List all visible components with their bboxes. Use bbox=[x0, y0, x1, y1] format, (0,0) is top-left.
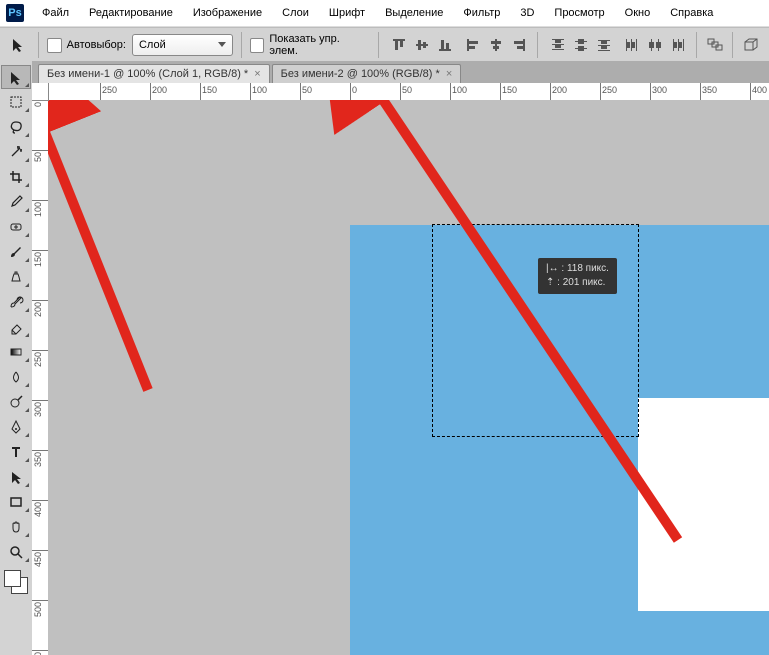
move-tool-icon bbox=[8, 34, 30, 56]
app-logo-icon: Ps bbox=[6, 4, 24, 22]
document-tabs: Без имени-1 @ 100% (Слой 1, RGB/8) * × Б… bbox=[32, 61, 769, 84]
menu-edit[interactable]: Редактирование bbox=[81, 4, 181, 22]
menu-filter[interactable]: Фильтр bbox=[455, 4, 508, 22]
distribute-hcenter-icon[interactable] bbox=[645, 35, 665, 55]
crop-tool[interactable] bbox=[1, 165, 31, 189]
autoselect-target-select[interactable]: Слой bbox=[132, 34, 233, 56]
align-group-1 bbox=[389, 35, 455, 55]
distribute-group-1 bbox=[548, 35, 614, 55]
show-controls-checkbox[interactable]: Показать упр. элем. bbox=[250, 33, 370, 57]
divider bbox=[241, 32, 242, 58]
canvas[interactable]: |↔ : 118 пикс. ⇡ : 201 пикс. bbox=[48, 100, 769, 655]
autoselect-checkbox[interactable]: Автовыбор: bbox=[47, 38, 126, 53]
document-area: Без имени-1 @ 100% (Слой 1, RGB/8) * × Б… bbox=[0, 61, 769, 655]
align-right-icon[interactable] bbox=[509, 35, 529, 55]
align-hcenter-icon[interactable] bbox=[486, 35, 506, 55]
menu-layers[interactable]: Слои bbox=[274, 4, 317, 22]
move-tool[interactable] bbox=[1, 65, 31, 89]
marquee-tool[interactable] bbox=[1, 90, 31, 114]
distribute-left-icon[interactable] bbox=[622, 35, 642, 55]
shape-tool[interactable] bbox=[1, 490, 31, 514]
show-controls-label: Показать упр. элем. bbox=[269, 33, 369, 57]
document-tab[interactable]: Без имени-2 @ 100% (RGB/8) * × bbox=[272, 64, 462, 83]
brush-tool[interactable] bbox=[1, 240, 31, 264]
distribute-top-icon[interactable] bbox=[548, 35, 568, 55]
horizontal-ruler[interactable]: 25020015010050050100150200250300350400 bbox=[48, 83, 769, 101]
blur-tool[interactable] bbox=[1, 365, 31, 389]
close-icon[interactable]: × bbox=[446, 68, 452, 80]
options-bar: Автовыбор: Слой Показать упр. элем. bbox=[0, 27, 769, 63]
autoselect-label: Автовыбор: bbox=[67, 39, 126, 51]
dodge-tool[interactable] bbox=[1, 390, 31, 414]
distribute-vcenter-icon[interactable] bbox=[571, 35, 591, 55]
annotation-arrow-icon bbox=[48, 100, 218, 433]
checkbox-icon bbox=[250, 38, 265, 53]
divider bbox=[696, 32, 697, 58]
white-layer bbox=[638, 398, 769, 611]
zoom-tool[interactable] bbox=[1, 540, 31, 564]
vertical-ruler[interactable]: 050100150200250300350400450500550 bbox=[32, 83, 49, 655]
align-group-2 bbox=[463, 35, 529, 55]
magic-wand-tool[interactable] bbox=[1, 140, 31, 164]
menu-image[interactable]: Изображение bbox=[185, 4, 270, 22]
pen-tool[interactable] bbox=[1, 415, 31, 439]
align-vcenter-icon[interactable] bbox=[412, 35, 432, 55]
distribute-right-icon[interactable] bbox=[668, 35, 688, 55]
divider bbox=[732, 32, 733, 58]
type-tool[interactable] bbox=[1, 440, 31, 464]
align-bottom-icon[interactable] bbox=[435, 35, 455, 55]
menu-bar: Ps Файл Редактирование Изображение Слои … bbox=[0, 0, 769, 27]
menu-file[interactable]: Файл bbox=[34, 4, 77, 22]
color-swatches[interactable] bbox=[4, 570, 28, 594]
align-left-icon[interactable] bbox=[463, 35, 483, 55]
hand-tool[interactable] bbox=[1, 515, 31, 539]
lasso-tool[interactable] bbox=[1, 115, 31, 139]
selection-marquee bbox=[432, 224, 639, 437]
divider bbox=[38, 32, 39, 58]
gradient-tool[interactable] bbox=[1, 340, 31, 364]
divider bbox=[537, 32, 538, 58]
menu-help[interactable]: Справка bbox=[662, 4, 721, 22]
auto-align-icon[interactable] bbox=[705, 35, 725, 55]
close-icon[interactable]: × bbox=[254, 68, 260, 80]
divider bbox=[378, 32, 379, 58]
path-selection-tool[interactable] bbox=[1, 465, 31, 489]
eyedropper-tool[interactable] bbox=[1, 190, 31, 214]
healing-brush-tool[interactable] bbox=[1, 215, 31, 239]
history-brush-tool[interactable] bbox=[1, 290, 31, 314]
eraser-tool[interactable] bbox=[1, 315, 31, 339]
checkbox-icon bbox=[47, 38, 62, 53]
distribute-bottom-icon[interactable] bbox=[594, 35, 614, 55]
menu-view[interactable]: Просмотр bbox=[546, 4, 612, 22]
transform-tooltip: |↔ : 118 пикс. ⇡ : 201 пикс. bbox=[538, 258, 617, 294]
menu-3d[interactable]: 3D bbox=[512, 4, 542, 22]
3d-mode-icon[interactable] bbox=[741, 35, 761, 55]
clone-stamp-tool[interactable] bbox=[1, 265, 31, 289]
ruler-corner bbox=[32, 83, 49, 101]
menu-select[interactable]: Выделение bbox=[377, 4, 451, 22]
menu-window[interactable]: Окно bbox=[617, 4, 659, 22]
document-tab[interactable]: Без имени-1 @ 100% (Слой 1, RGB/8) * × bbox=[38, 64, 270, 83]
distribute-group-2 bbox=[622, 35, 688, 55]
align-top-icon[interactable] bbox=[389, 35, 409, 55]
menu-type[interactable]: Шрифт bbox=[321, 4, 373, 22]
toolbox bbox=[0, 61, 33, 655]
